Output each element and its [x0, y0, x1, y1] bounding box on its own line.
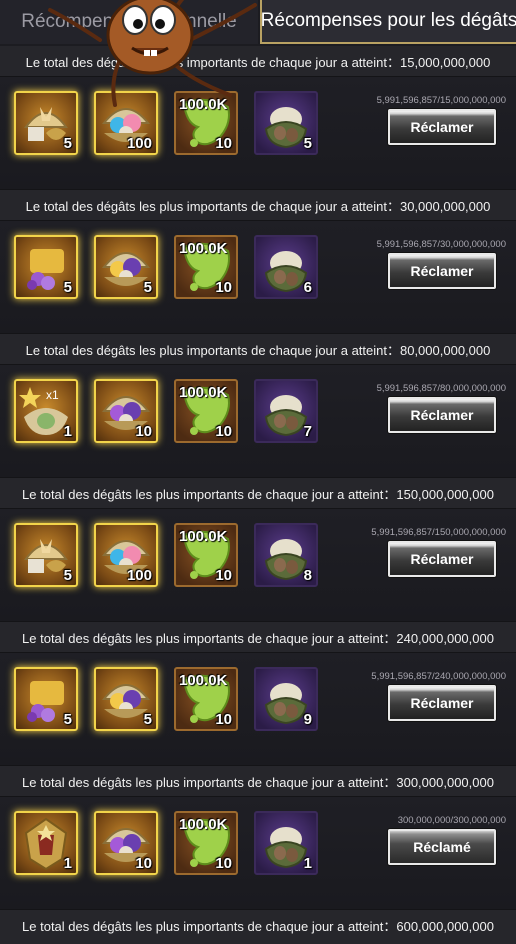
item-quantity: 5: [303, 135, 312, 152]
item-quantity: 5: [63, 567, 72, 584]
item-quantity: 10: [215, 279, 232, 296]
item-quantity: 9: [303, 711, 312, 728]
flower-chest-icon[interactable]: 5: [14, 235, 78, 299]
reward-items: 5 5 100.0K 10 9: [14, 667, 318, 731]
reward-list: Le total des dégâts les plus importants …: [0, 46, 516, 944]
item-quantity: 6: [303, 279, 312, 296]
purple-nest-icon[interactable]: 8: [254, 523, 318, 587]
gem-shell-chest-icon[interactable]: 100: [94, 523, 158, 587]
butterfly-fossil-chest-icon[interactable]: 5: [14, 523, 78, 587]
item-quantity: 10: [215, 855, 232, 872]
item-quantity: 10: [215, 711, 232, 728]
purple-nest-icon[interactable]: 5: [254, 91, 318, 155]
green-slime-icon[interactable]: 100.0K 10: [174, 667, 238, 731]
item-amount-label: 100.0K: [179, 240, 228, 257]
tier-threshold-text: Le total des dégâts les plus importants …: [0, 622, 516, 652]
tier-threshold-text: Le total des dégâts les plus importants …: [0, 46, 516, 76]
item-quantity: 5: [63, 135, 72, 152]
purple-nest-icon[interactable]: 9: [254, 667, 318, 731]
item-quantity: 100: [126, 567, 152, 584]
green-slime-icon[interactable]: 100.0K 10: [174, 91, 238, 155]
reward-items: 5 100 100.0K 10 5: [14, 91, 318, 155]
purple-gem-shell-icon[interactable]: 10: [94, 379, 158, 443]
item-amount-label: 100.0K: [179, 528, 228, 545]
item-amount-label: 100.0K: [179, 816, 228, 833]
damage-progress-text: 5,991,596,857/240,000,000,000: [371, 671, 506, 682]
item-quantity: 10: [215, 423, 232, 440]
tier-reward-row: 5 5 100.0K 10 6 5,991,596,857/30,000,000,000 R…: [0, 220, 516, 334]
purple-nest-icon[interactable]: 6: [254, 235, 318, 299]
green-slime-icon[interactable]: 100.0K 10: [174, 235, 238, 299]
item-quantity: 10: [215, 567, 232, 584]
item-quantity: 7: [303, 423, 312, 440]
claim-button[interactable]: Réclamer: [388, 109, 496, 145]
reward-items: 5 5 100.0K 10 6: [14, 235, 318, 299]
tier-threshold-text: Le total des dégâts les plus importants …: [0, 766, 516, 796]
green-slime-icon[interactable]: 100.0K 10: [174, 523, 238, 587]
damage-progress-text: 5,991,596,857/80,000,000,000: [376, 383, 506, 394]
green-slime-icon[interactable]: 100.0K 10: [174, 811, 238, 875]
claim-button[interactable]: Réclamer: [388, 541, 496, 577]
tab-damage-rewards[interactable]: Récompenses pour les dégâts: [260, 0, 516, 44]
gem-shell-chest-icon[interactable]: 100: [94, 91, 158, 155]
item-quantity: 8: [303, 567, 312, 584]
damage-progress-text: 300,000,000/300,000,000: [397, 815, 506, 826]
tier-threshold-text: Le total des dégâts les plus importants …: [0, 334, 516, 364]
item-amount-label: 100.0K: [179, 96, 228, 113]
tier-reward-row: 5 5 100.0K 10 9 5,991,596,857/240,000,000,000…: [0, 652, 516, 766]
item-quantity: 5: [143, 279, 152, 296]
tier-reward-row: 1 10 100.0K 10 1 300,000,000/300,000,000 Récla…: [0, 796, 516, 910]
tab-personal-reward[interactable]: Récompense personnelle: [0, 0, 258, 44]
sun-shell-chest-icon[interactable]: 5: [94, 667, 158, 731]
damage-progress-text: 5,991,596,857/150,000,000,000: [371, 527, 506, 538]
tier-threshold-text: Le total des dégâts les plus importants …: [0, 190, 516, 220]
tier-threshold-text: Le total des dégâts les plus importants …: [22, 919, 494, 934]
item-quantity: 5: [63, 711, 72, 728]
item-amount-label: 100.0K: [179, 672, 228, 689]
helmet-badge-chest-icon[interactable]: 1: [14, 811, 78, 875]
tier-reward-row: 5 100 100.0K 10 5 5,991,596,857/15,000,000,00…: [0, 76, 516, 190]
sun-shell-chest-icon[interactable]: 5: [94, 235, 158, 299]
item-quantity: 10: [215, 135, 232, 152]
item-quantity: 100: [126, 135, 152, 152]
purple-gem-shell-icon[interactable]: 10: [94, 811, 158, 875]
purple-nest-icon[interactable]: 1: [254, 811, 318, 875]
claim-button[interactable]: Réclamer: [388, 253, 496, 289]
tier-reward-row: 5 100 100.0K 10 8 5,991,596,857/150,000,000,0…: [0, 508, 516, 622]
star-egg-chest-icon[interactable]: x1 1: [14, 379, 78, 443]
item-quantity: 1: [303, 855, 312, 872]
purple-nest-icon[interactable]: 7: [254, 379, 318, 443]
item-quantity: 10: [135, 423, 152, 440]
item-quantity: 5: [143, 711, 152, 728]
flower-chest-icon[interactable]: 5: [14, 667, 78, 731]
svg-text:x1: x1: [46, 388, 59, 402]
claim-button[interactable]: Réclamer: [388, 685, 496, 721]
damage-progress-text: 5,991,596,857/15,000,000,000: [376, 95, 506, 106]
item-quantity: 1: [63, 855, 72, 872]
tab-bar: Récompense personnelle Récompenses pour …: [0, 0, 516, 47]
claimed-button[interactable]: Réclamé: [388, 829, 496, 865]
reward-items: 1 10 100.0K 10 1: [14, 811, 318, 875]
tier-reward-row: x1 1 10 100.0K 10 7 5,991,596,857/80,000,000,0…: [0, 364, 516, 478]
reward-items: x1 1 10 100.0K 10 7: [14, 379, 318, 443]
tier-threshold-text: Le total des dégâts les plus importants …: [0, 478, 516, 508]
green-slime-icon[interactable]: 100.0K 10: [174, 379, 238, 443]
item-quantity: 5: [63, 279, 72, 296]
claim-button[interactable]: Réclamer: [388, 397, 496, 433]
damage-progress-text: 5,991,596,857/30,000,000,000: [376, 239, 506, 250]
item-quantity: 10: [135, 855, 152, 872]
butterfly-fossil-chest-icon[interactable]: 5: [14, 91, 78, 155]
item-amount-label: 100.0K: [179, 384, 228, 401]
item-quantity: 1: [63, 423, 72, 440]
reward-items: 5 100 100.0K 10 8: [14, 523, 318, 587]
